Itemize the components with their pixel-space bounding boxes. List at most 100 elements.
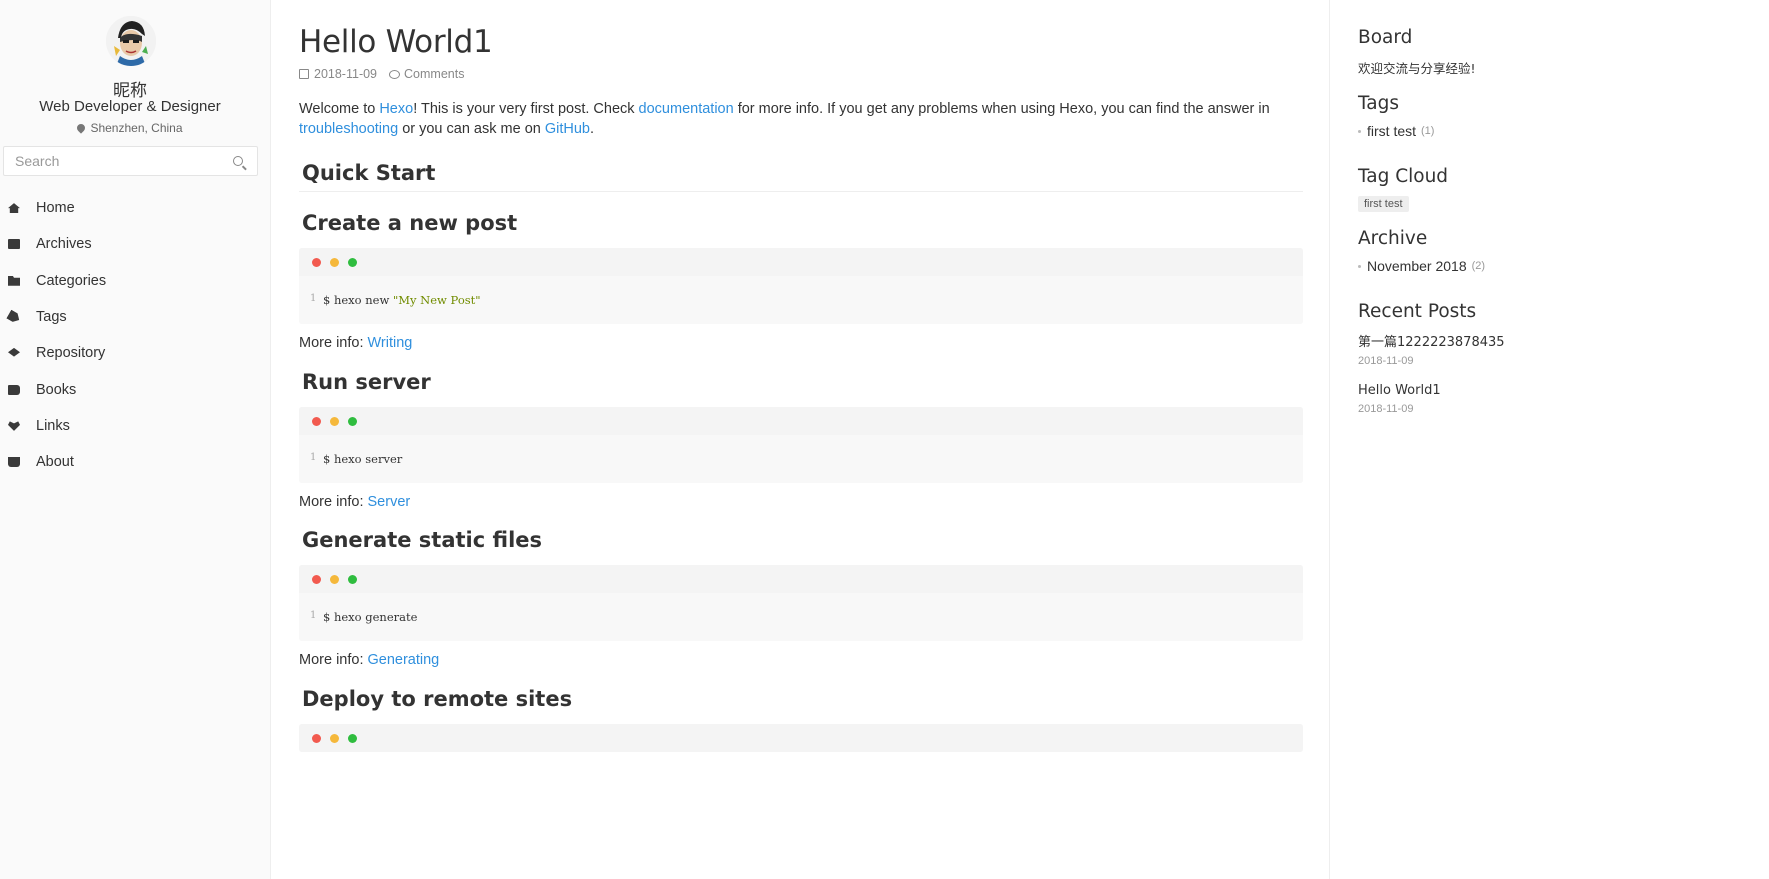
line-number: 1 [310,451,317,463]
code-line: $ hexo server [323,451,403,466]
code-line: $ hexo new "My New Post" [323,293,481,307]
troubleshooting-link[interactable]: troubleshooting [299,121,398,137]
code-body: 1 $ hexo generate [299,593,1303,641]
archive-item[interactable]: November 2018 (2) [1358,258,1558,274]
code-body: 1 $ hexo new "My New Post" [299,276,1303,324]
comments-link[interactable]: Comments [404,67,464,81]
more-info: More info: Writing [299,334,1303,354]
code-window-bar [299,565,1303,593]
comment-icon [389,69,401,79]
code-block: 1 $ hexo new "My New Post" [299,248,1303,324]
nav-label: Books [36,381,77,398]
generating-link[interactable]: Generating [368,652,440,668]
github-link[interactable]: GitHub [545,121,590,137]
archive-name: November 2018 [1367,258,1467,274]
window-maximize-dot-icon [348,733,357,743]
bullet-icon [1358,264,1361,268]
nav-item-categories[interactable]: Categories [0,263,270,299]
tags-list: first test (1) [1358,123,1558,139]
board-text: 欢迎交流与分享经验! [1358,61,1476,76]
archive-icon [8,239,20,250]
window-minimize-dot-icon [330,416,339,426]
tags-title: Tags [1358,93,1399,114]
tag-name: first test [1367,123,1417,139]
archive-title: Archive [1358,228,1428,249]
documentation-link[interactable]: documentation [639,101,734,117]
heading-create-post: Create a new post [302,211,518,235]
window-minimize-dot-icon [330,575,339,584]
left-sidebar: 昵称 Web Developer & Designer Shenzhen, Ch… [0,0,271,879]
tagcloud-title: Tag Cloud [1358,166,1449,187]
recent-posts-title: Recent Posts [1358,301,1477,322]
profile-role: Web Developer & Designer [39,98,221,115]
code-block [299,723,1303,752]
book-icon [8,384,20,395]
heading-run-server: Run server [302,369,431,394]
more-info: More info: Generating [299,651,1303,671]
nav-item-home[interactable]: Home [0,190,270,226]
recent-post: 第一篇1222223878435 2018-11-09 [1358,331,1558,367]
code-body: 1 $ hexo server [299,434,1303,483]
window-close-dot-icon [312,258,321,267]
tag-count: (1) [1421,125,1435,137]
code-window-bar [299,248,1303,276]
nav-label: Links [36,417,70,434]
nav-label: Archives [36,236,92,253]
code-block: 1 $ hexo server [299,406,1303,483]
avatar[interactable] [106,16,156,66]
post-body: Welcome to Hexo! This is your very first… [299,100,1303,752]
recent-post-title[interactable]: 第一篇1222223878435 [1358,331,1558,350]
search-box [3,146,258,176]
server-link[interactable]: Server [368,494,411,510]
nav-item-about[interactable]: About [0,444,270,480]
nav-label: Tags [36,309,67,326]
tag-item[interactable]: first test (1) [1358,123,1558,139]
window-close-dot-icon [312,733,321,743]
code-string: "My New Post" [392,293,481,307]
nav-item-repository[interactable]: Repository [0,335,270,371]
recent-post: Hello World1 2018-11-09 [1358,383,1558,415]
recent-post-title[interactable]: Hello World1 [1358,383,1558,398]
writing-link[interactable]: Writing [368,335,413,351]
nav-label: About [36,454,74,471]
window-maximize-dot-icon [348,575,357,584]
tagcloud-chip[interactable]: first test [1358,196,1409,212]
folder-icon [8,275,20,286]
line-number: 1 [310,293,317,304]
nav-label: Repository [36,345,106,362]
code-command: $ hexo new [323,293,393,307]
window-close-dot-icon [312,416,321,426]
coffee-icon [8,457,20,468]
archive-count: (2) [1471,260,1486,272]
nav-label: Categories [36,272,107,289]
profile-location: Shenzhen, China [0,121,260,135]
nav-item-archives[interactable]: Archives [0,226,270,262]
nav-item-tags[interactable]: Tags [0,299,270,335]
recent-post-date: 2018-11-09 [1358,403,1414,415]
intro-paragraph: Welcome to Hexo! This is your very first… [299,100,1303,139]
bullet-icon [1358,129,1361,133]
text: ! This is your very first post. Check [413,101,639,117]
window-close-dot-icon [312,575,321,584]
archive-list: November 2018 (2) [1358,258,1558,274]
right-sidebar: Board 欢迎交流与分享经验! Tags first test (1) Tag … [1329,0,1769,879]
code-window-bar [299,723,1303,752]
search-icon[interactable] [233,156,243,166]
nav-item-links[interactable]: Links [0,408,270,444]
code-line: $ hexo generate [323,610,418,624]
text: for more info. If you get any problems w… [733,101,1270,117]
search-input[interactable] [4,147,214,175]
window-maximize-dot-icon [348,258,357,267]
more-info-label: More info: [299,652,368,668]
code-block: 1 $ hexo generate [299,565,1303,641]
text: . [590,120,595,137]
code-window-bar [299,406,1303,435]
heading-quick-start: Quick Start [299,161,1303,192]
hexo-link[interactable]: Hexo [379,101,413,117]
window-minimize-dot-icon [330,258,339,267]
text: Welcome to [299,101,380,117]
board-title: Board [1358,27,1413,48]
post-date: 2018-11-09 [314,67,378,81]
nav-item-books[interactable]: Books [0,371,270,407]
post-meta: 2018-11-09 Comments [299,67,464,81]
